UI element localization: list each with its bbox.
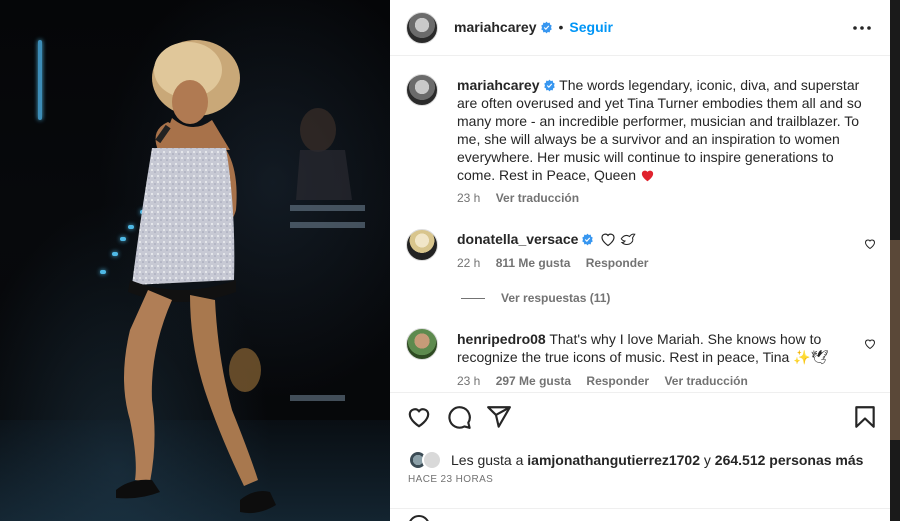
white-heart-emoji [601,233,616,246]
comment-meta: 22 h 811 Me gusta Responder [457,256,660,270]
verified-badge-icon [540,21,552,33]
liker-avatar[interactable] [422,450,442,470]
comment-username[interactable]: henripedro08 [457,331,546,347]
post-side-panel: mariahcarey • Seguir mariahcarey The wor… [390,0,890,521]
follow-button[interactable]: Seguir [569,19,613,35]
comment-likes[interactable]: 811 Me gusta [496,256,571,270]
caption-translate-link[interactable]: Ver traducción [496,191,579,205]
comment-reply-link[interactable]: Responder [586,374,649,388]
comment-translate-link[interactable]: Ver traducción [664,374,747,388]
emoji-picker-icon[interactable] [408,515,430,521]
likes-summary: Les gusta a iamjonathangutierrez1702 y 2… [451,452,863,468]
author-username[interactable]: mariahcarey [454,19,537,35]
view-replies[interactable]: Ver respuestas (11) [461,291,610,305]
background-overlay [890,0,900,521]
share-icon[interactable] [486,404,512,430]
dove-emoji [621,233,637,245]
comment-time: 23 h [457,374,481,388]
comment-row: donatella_versace [457,231,637,247]
comment-likes[interactable]: 297 Me gusta [496,374,571,388]
likes-middle: y [700,452,715,468]
likes-count-link[interactable]: 264.512 personas más [715,452,864,468]
instagram-post-modal: mariahcarey • Seguir mariahcarey The wor… [0,0,900,521]
post-header: mariahcarey • Seguir [390,0,890,56]
caption-time: 23 h [457,191,481,205]
caption-block: mariahcarey The words legendary, iconic,… [457,76,867,184]
commenter-avatar[interactable] [406,229,438,261]
comment-time: 22 h [457,256,481,270]
posted-ago: HACE 23 HORAS [408,474,494,485]
comment-emoji: ✨🕊 [793,349,829,365]
caption-author-avatar[interactable] [406,74,438,106]
caption-meta: 23 h Ver traducción [457,191,591,205]
comment-like-heart-icon[interactable] [864,338,876,350]
commenter-avatar[interactable] [406,328,438,360]
red-heart-emoji [641,170,654,182]
comment-reply-link[interactable]: Responder [586,256,649,270]
comment-like-heart-icon[interactable] [864,238,876,250]
likes-user-link[interactable]: iamjonathangutierrez1702 [527,452,700,468]
post-photo[interactable] [0,0,390,521]
verified-badge-icon [543,79,555,92]
verified-badge-icon [582,233,594,245]
more-options-icon[interactable] [850,16,874,40]
comment-icon[interactable] [446,404,472,430]
add-comment-bar[interactable] [390,508,890,521]
bookmark-icon[interactable] [852,404,878,430]
author-avatar[interactable] [406,12,438,44]
heart-icon[interactable] [406,404,432,430]
background-overlay-sliver [890,240,900,440]
replies-divider [461,297,485,299]
header-separator: • [558,19,564,35]
comment-username[interactable]: donatella_versace [457,231,578,247]
likes-prefix: Les gusta a [451,452,528,468]
caption-author-username[interactable]: mariahcarey [457,77,540,93]
performer-figure [116,40,352,514]
comment-meta: 23 h 297 Me gusta Responder Ver traducci… [457,374,760,388]
comment-row: henripedro08 That's why I love Mariah. S… [457,330,857,366]
view-replies-label[interactable]: Ver respuestas (11) [501,291,610,305]
